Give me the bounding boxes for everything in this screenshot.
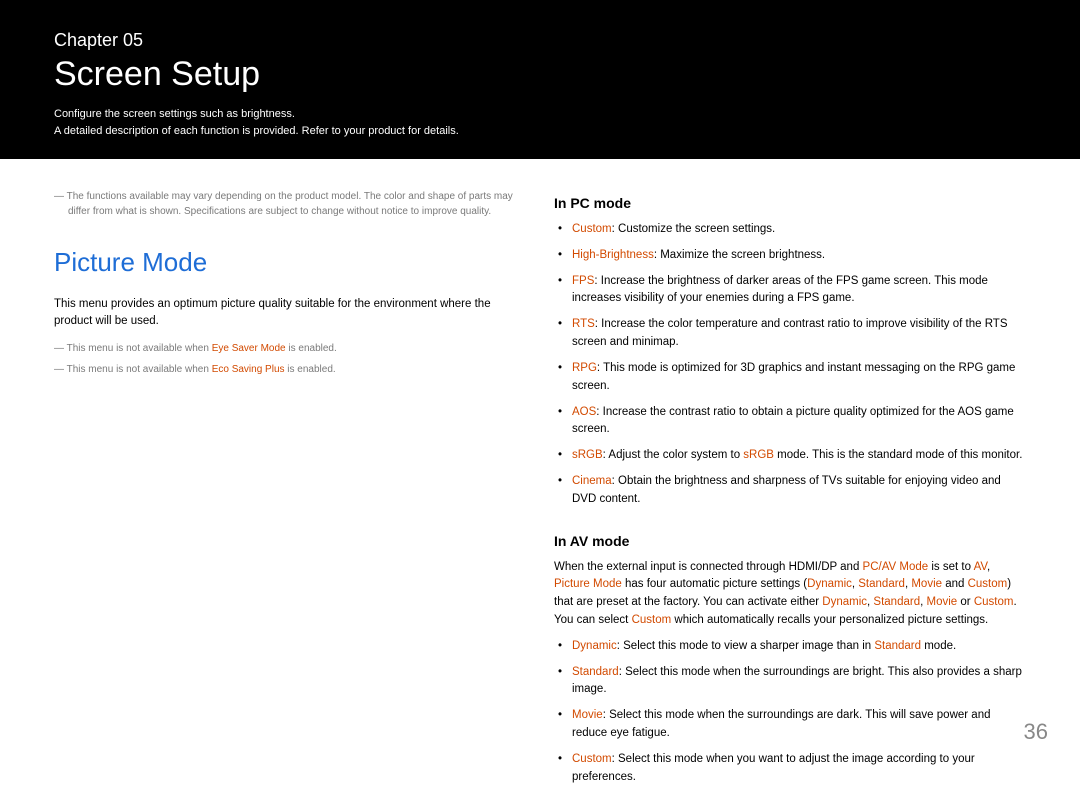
list-item: Standard: Select this mode when the surr… xyxy=(572,664,1026,700)
term-inline: Movie xyxy=(927,596,958,608)
list-item: High-Brightness: Maximize the screen bri… xyxy=(572,247,1026,265)
term-inline: Picture Mode xyxy=(554,578,622,590)
term: Custom xyxy=(572,223,612,235)
note-text: is enabled. xyxy=(286,343,337,354)
note-text: This menu is not available when xyxy=(67,364,212,375)
t: which automatically recalls your persona… xyxy=(671,614,988,626)
list-item: Dynamic: Select this mode to view a shar… xyxy=(572,638,1026,656)
list-item: sRGB: Adjust the color system to sRGB mo… xyxy=(572,447,1026,465)
term-inline: sRGB xyxy=(743,449,774,461)
term: Standard xyxy=(572,666,619,678)
term-inline: Standard xyxy=(858,578,905,590)
av-mode-list: Dynamic: Select this mode to view a shar… xyxy=(554,638,1026,787)
header-sub-line-1: Configure the screen settings such as br… xyxy=(54,106,1026,123)
av-mode-paragraph: When the external input is connected thr… xyxy=(554,559,1026,630)
chapter-title: Screen Setup xyxy=(54,55,1026,94)
t: When the external input is connected thr… xyxy=(554,561,863,573)
term-inline: Custom xyxy=(974,596,1014,608)
desc: : Increase the contrast ratio to obtain … xyxy=(572,406,1014,436)
term: Movie xyxy=(572,709,603,721)
desc: mode. xyxy=(921,640,956,652)
t: has four automatic picture settings ( xyxy=(622,578,807,590)
desc: mode. This is the standard mode of this … xyxy=(774,449,1022,461)
desc: : Increase the brightness of darker area… xyxy=(572,275,988,305)
t: and xyxy=(942,578,968,590)
term-inline: Dynamic xyxy=(822,596,867,608)
desc: : Maximize the screen brightness. xyxy=(654,249,825,261)
term: RTS xyxy=(572,318,595,330)
term-inline: Standard xyxy=(874,640,921,652)
desc: : Increase the color temperature and con… xyxy=(572,318,1008,348)
eye-saver-mode-term: Eye Saver Mode xyxy=(212,343,286,354)
t: , xyxy=(987,561,990,573)
term-inline: Standard xyxy=(873,596,920,608)
desc: : Select this mode when the surroundings… xyxy=(572,709,990,739)
note-text: is enabled. xyxy=(285,364,336,375)
term-inline: Custom xyxy=(632,614,672,626)
list-item: FPS: Increase the brightness of darker a… xyxy=(572,273,1026,309)
header-sub-line-2: A detailed description of each function … xyxy=(54,123,1026,140)
eco-saving-plus-term: Eco Saving Plus xyxy=(212,364,285,375)
picture-mode-intro: This menu provides an optimum picture qu… xyxy=(54,296,514,331)
term: High-Brightness xyxy=(572,249,654,261)
list-item: Custom: Select this mode when you want t… xyxy=(572,751,1026,787)
note-eco-saving: This menu is not available when Eco Savi… xyxy=(54,362,514,377)
desc: : Obtain the brightness and sharpness of… xyxy=(572,475,1001,505)
right-column: In PC mode Custom: Customize the screen … xyxy=(554,189,1026,795)
pc-mode-list: Custom: Customize the screen settings. H… xyxy=(554,221,1026,509)
term: RPG xyxy=(572,362,597,374)
heading-pc-mode: In PC mode xyxy=(554,195,1026,211)
term-inline: Dynamic xyxy=(807,578,852,590)
note-eye-saver: This menu is not available when Eye Save… xyxy=(54,341,514,356)
term-inline: Custom xyxy=(968,578,1008,590)
note-text: This menu is not available when xyxy=(67,343,212,354)
term-inline: PC/AV Mode xyxy=(863,561,929,573)
t: or xyxy=(957,596,974,608)
term: Cinema xyxy=(572,475,612,487)
term-inline: AV xyxy=(974,561,987,573)
term: Custom xyxy=(572,753,612,765)
list-item: RTS: Increase the color temperature and … xyxy=(572,316,1026,352)
desc: : Select this mode when the surroundings… xyxy=(572,666,1022,696)
disclaimer-note: The functions available may vary dependi… xyxy=(54,189,514,219)
header-subtext: Configure the screen settings such as br… xyxy=(54,106,1026,139)
list-item: Movie: Select this mode when the surroun… xyxy=(572,707,1026,743)
desc: : This mode is optimized for 3D graphics… xyxy=(572,362,1015,392)
list-item: Cinema: Obtain the brightness and sharpn… xyxy=(572,473,1026,509)
desc: : Adjust the color system to xyxy=(603,449,744,461)
t: is set to xyxy=(928,561,973,573)
term: FPS xyxy=(572,275,594,287)
term: sRGB xyxy=(572,449,603,461)
section-title-picture-mode: Picture Mode xyxy=(54,247,514,278)
heading-av-mode: In AV mode xyxy=(554,533,1026,549)
desc: : Select this mode to view a sharper ima… xyxy=(617,640,875,652)
list-item: Custom: Customize the screen settings. xyxy=(572,221,1026,239)
chapter-header: Chapter 05 Screen Setup Configure the sc… xyxy=(0,0,1080,159)
list-item: RPG: This mode is optimized for 3D graph… xyxy=(572,360,1026,396)
page-body: The functions available may vary dependi… xyxy=(0,159,1080,795)
desc: : Select this mode when you want to adju… xyxy=(572,753,975,783)
page-number: 36 xyxy=(1024,719,1048,745)
left-column: The functions available may vary dependi… xyxy=(54,189,514,795)
list-item: AOS: Increase the contrast ratio to obta… xyxy=(572,404,1026,440)
term: Dynamic xyxy=(572,640,617,652)
term-inline: Movie xyxy=(911,578,942,590)
chapter-label: Chapter 05 xyxy=(54,30,1026,51)
manual-page: Chapter 05 Screen Setup Configure the sc… xyxy=(0,0,1080,763)
term: AOS xyxy=(572,406,596,418)
desc: : Customize the screen settings. xyxy=(612,223,776,235)
